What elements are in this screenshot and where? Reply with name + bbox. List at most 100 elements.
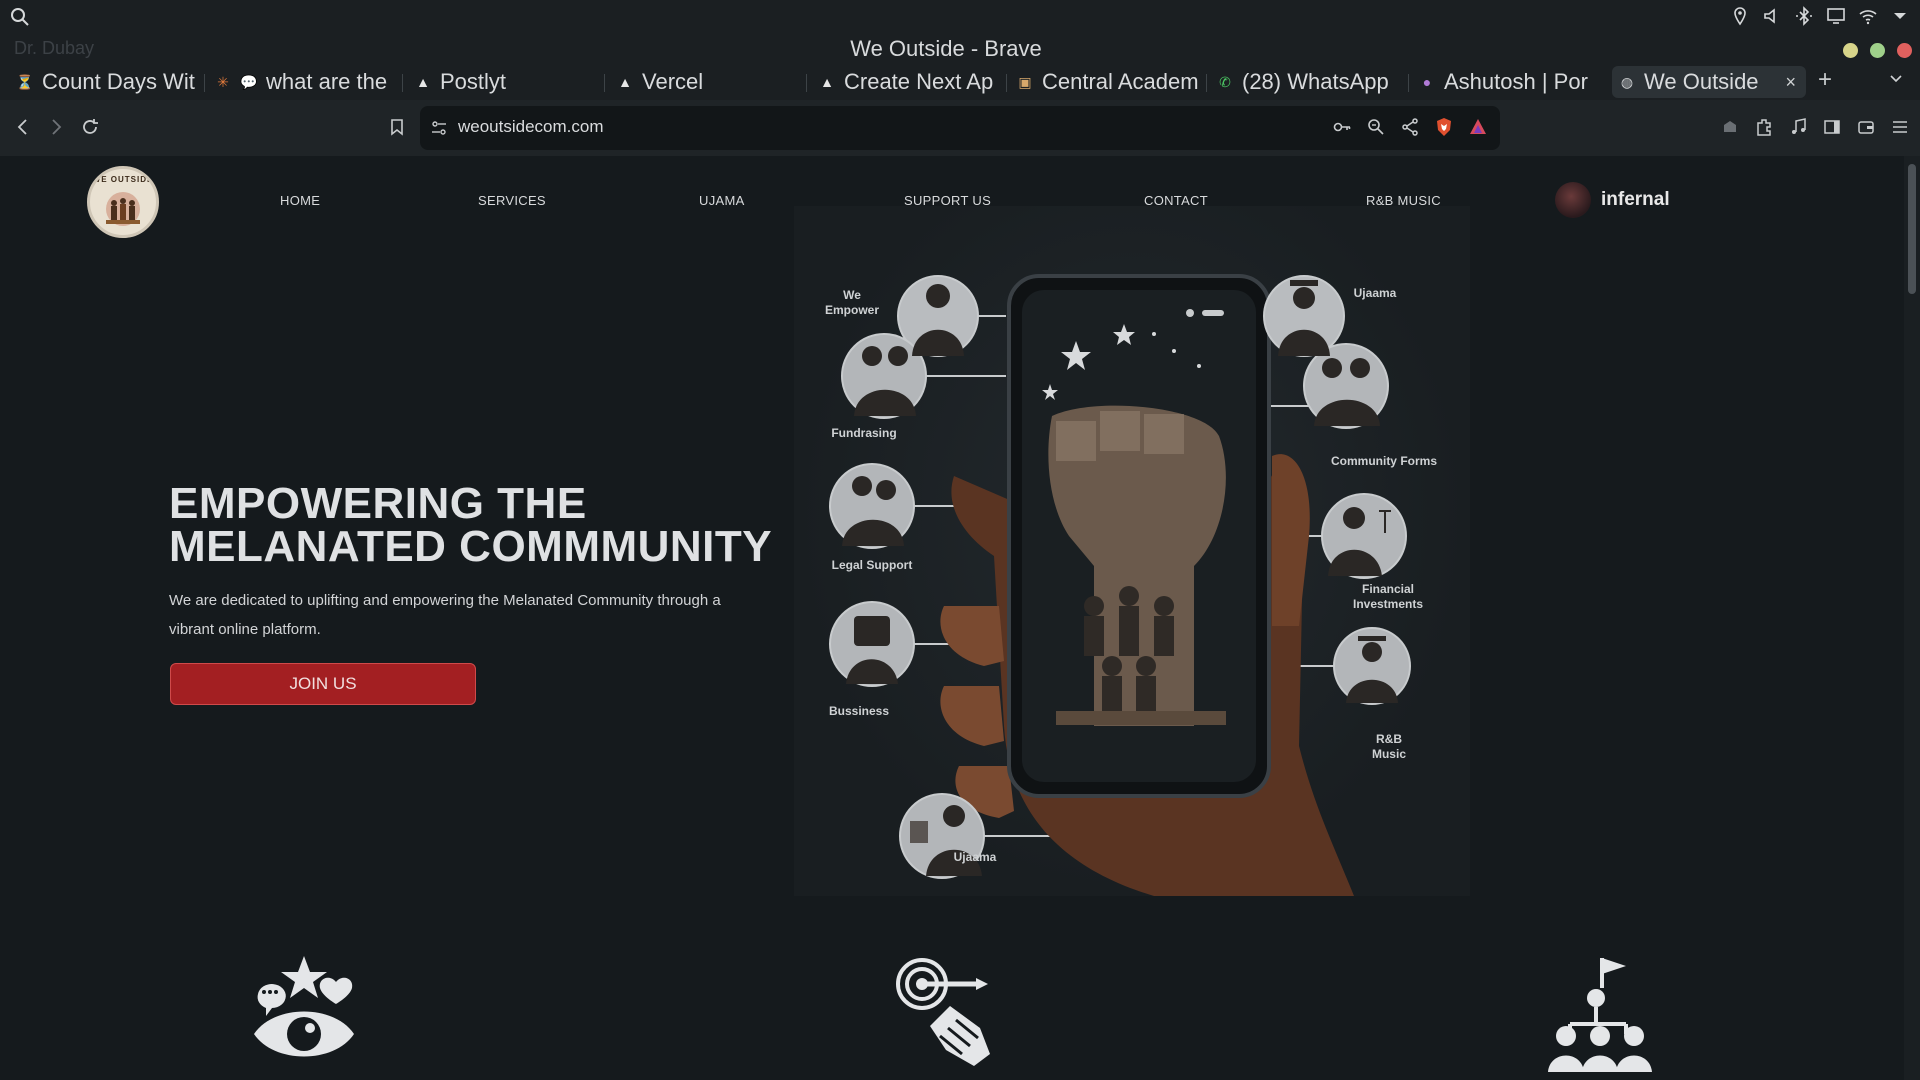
label-investments: Investments	[1352, 597, 1424, 611]
brave-rewards-icon[interactable]	[1468, 117, 1488, 137]
media-music-icon[interactable]	[1788, 117, 1808, 137]
tab-what-are-the[interactable]: ✳ 💬 what are the	[208, 66, 398, 98]
phone-fist-illustration	[829, 274, 1411, 896]
speech-bubble-icon: 💬	[240, 73, 258, 90]
whatsapp-favicon-icon: ✆	[1219, 73, 1231, 90]
tab-create-next-app[interactable]: ▲ Create Next Ap	[812, 66, 1000, 98]
vercel-favicon-icon: ▲	[618, 74, 632, 90]
window-title-bar: Dr. Dubay We Outside - Brave	[0, 34, 1920, 64]
search-icon[interactable]	[10, 7, 30, 27]
close-window-button[interactable]	[1897, 43, 1912, 58]
location-icon[interactable]	[1730, 6, 1750, 26]
portfolio-favicon-icon: ●	[1422, 74, 1432, 90]
avatar	[1555, 182, 1591, 218]
tab-we-outside[interactable]: ◍ We Outside ×	[1612, 66, 1806, 98]
tab-strip: ⏳ Count Days Wit ✳ 💬 what are the ▲ Post…	[0, 64, 1920, 100]
tab-label: Count Days Wit	[42, 69, 195, 94]
new-tab-button[interactable]: +	[1818, 66, 1832, 94]
leo-ai-icon[interactable]	[1720, 117, 1740, 137]
tab-label: We Outside	[1644, 69, 1759, 94]
nav-services[interactable]: SERVICES	[478, 193, 546, 208]
tab-label: Postlyt	[440, 69, 507, 94]
key-icon[interactable]	[1332, 117, 1352, 137]
label-legal-support: Legal Support	[831, 558, 913, 572]
tab-list-chevron-icon[interactable]	[1888, 70, 1904, 86]
hero-illustration: We Empower Fundrasing Legal Support Buss…	[794, 206, 1470, 896]
tab-label: (28) WhatsApp	[1242, 69, 1389, 94]
os-top-bar	[0, 0, 1920, 34]
hero-title-line-1: EMPOWERING THE	[169, 479, 587, 528]
tab-label: Central Academ	[1042, 69, 1199, 94]
scrollbar-thumb[interactable]	[1908, 164, 1916, 294]
tab-label: Create Next Ap	[844, 69, 994, 94]
page-viewport: WE OUTSIDE HOME SERVICES UJAMA SUPPORT U…	[0, 156, 1920, 1080]
menu-icon[interactable]	[1890, 117, 1910, 137]
team-flag-icon	[1548, 958, 1652, 1072]
label-empower: Empower	[824, 303, 879, 317]
label-fundrasing: Fundrasing	[831, 426, 897, 440]
tab-central-academy[interactable]: ▣ Central Academ	[1010, 66, 1200, 98]
toolbar-right-actions	[1720, 117, 1910, 137]
address-bar-actions	[1332, 117, 1488, 137]
reload-icon[interactable]	[79, 116, 101, 138]
page-scrollbar[interactable]	[1904, 156, 1920, 1080]
display-icon[interactable]	[1826, 6, 1846, 26]
label-bussiness: Bussiness	[828, 704, 890, 718]
tab-label: Ashutosh | Por	[1444, 69, 1588, 94]
label-we-empower: We Empower	[812, 288, 892, 318]
join-us-button[interactable]: JOIN US	[170, 663, 476, 705]
site-info-icon[interactable]	[430, 119, 448, 137]
chat-favicon-icon: ✳	[217, 73, 229, 90]
tab-count-days[interactable]: ⏳ Count Days Wit	[10, 66, 200, 98]
zoom-icon[interactable]	[1366, 117, 1386, 137]
brave-shields-icon[interactable]	[1434, 117, 1454, 137]
label-we: We	[843, 288, 861, 302]
bookmark-icon[interactable]	[387, 117, 407, 137]
globe-favicon-icon: ◍	[1620, 73, 1634, 90]
sidebar-icon[interactable]	[1822, 117, 1842, 137]
tab-whatsapp[interactable]: ✆ (28) WhatsApp	[1210, 66, 1406, 98]
minimize-button[interactable]	[1843, 43, 1858, 58]
logo-text: WE OUTSIDE	[92, 175, 154, 184]
back-icon[interactable]	[12, 116, 34, 138]
extensions-icon[interactable]	[1754, 117, 1774, 137]
tab-postlyt[interactable]: ▲ Postlyt	[408, 66, 598, 98]
tab-label: what are the	[266, 69, 388, 94]
share-icon[interactable]	[1400, 117, 1420, 137]
nav-ujama[interactable]: UJAMA	[699, 193, 745, 208]
address-bar[interactable]: weoutsidecom.com	[420, 106, 1500, 150]
bluetooth-icon[interactable]	[1794, 6, 1814, 26]
user-name: infernal	[1601, 189, 1670, 210]
label-ujaama-bottom: Ujaama	[953, 850, 997, 864]
close-tab-icon[interactable]: ×	[1785, 72, 1796, 93]
forward-icon[interactable]	[45, 116, 67, 138]
timer-favicon-icon: ⏳	[16, 73, 34, 90]
label-financial-investments: Financial Investments	[1338, 582, 1438, 612]
wallet-icon[interactable]	[1856, 117, 1876, 137]
system-tray	[1730, 6, 1910, 26]
tab-ashutosh-portfolio[interactable]: ● Ashutosh | Por	[1412, 66, 1602, 98]
window-title: We Outside - Brave	[850, 36, 1042, 61]
url-text[interactable]: weoutsidecom.com	[458, 117, 604, 137]
volume-icon[interactable]	[1762, 6, 1782, 26]
label-rnb-music: R&B Music	[1354, 732, 1424, 762]
vercel-favicon-icon: ▲	[820, 74, 834, 90]
label-community-forms: Community Forms	[1330, 454, 1437, 468]
hero-title-line-2: MELANATED COMMMUNITY	[169, 522, 773, 571]
wifi-icon[interactable]	[1858, 6, 1878, 26]
nav-home[interactable]: HOME	[280, 193, 320, 208]
window-controls	[1843, 43, 1912, 58]
label-rnb: R&B	[1376, 732, 1402, 746]
label-ujaama-top: Ujaama	[1353, 286, 1397, 300]
target-handshake-icon	[896, 958, 990, 1066]
site-logo[interactable]: WE OUTSIDE	[87, 166, 159, 238]
hero-title: EMPOWERING THE MELANATED COMMMUNITY	[169, 479, 809, 571]
logo-figures-icon	[106, 192, 140, 226]
chevron-down-icon[interactable]	[1890, 6, 1910, 26]
tab-label: Vercel	[642, 69, 704, 94]
tab-vercel[interactable]: ▲ Vercel	[610, 66, 800, 98]
maximize-button[interactable]	[1870, 43, 1885, 58]
browser-toolbar: weoutsidecom.com	[0, 100, 1920, 156]
user-profile[interactable]: infernal	[1555, 182, 1670, 218]
label-financial: Financial	[1361, 582, 1414, 596]
